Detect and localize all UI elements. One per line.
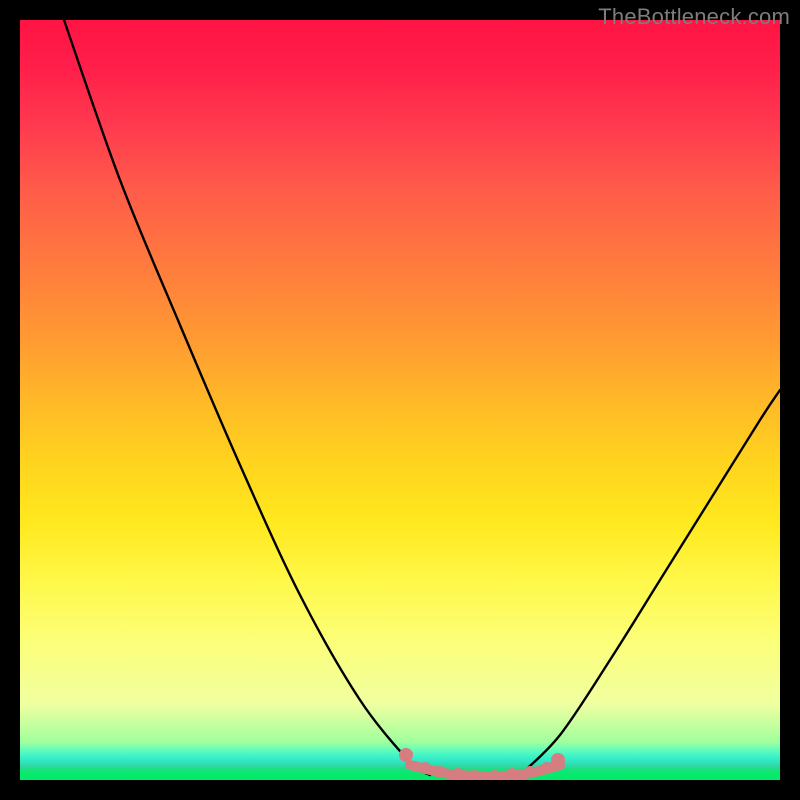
- curve-left-branch: [64, 20, 430, 775]
- plot-frame: [20, 20, 780, 780]
- valley-floor-line: [410, 765, 560, 776]
- valley-marker-dot: [419, 762, 431, 774]
- curve-right-branch: [520, 390, 780, 775]
- bottleneck-curve-svg: [20, 20, 780, 780]
- valley-marker-dot: [506, 768, 518, 780]
- valley-marker-dot: [551, 753, 565, 767]
- valley-marker-dot: [524, 766, 536, 778]
- watermark-text: TheBottleneck.com: [598, 4, 790, 30]
- valley-marker-dot: [434, 766, 446, 778]
- valley-marker-dot: [399, 748, 413, 762]
- valley-marker-dot: [452, 768, 464, 780]
- valley-marker-dot: [541, 762, 553, 774]
